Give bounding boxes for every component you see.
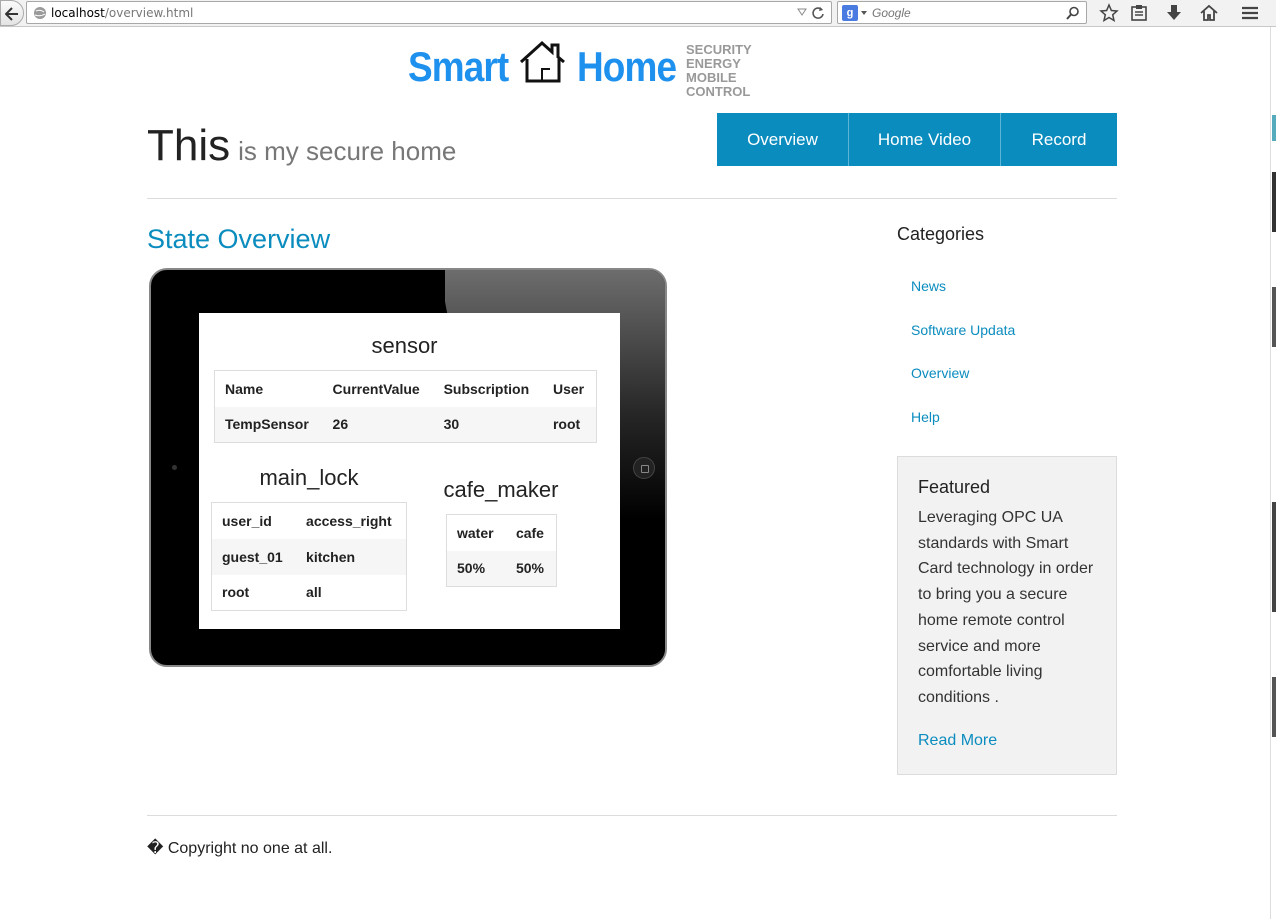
scroll-marker (1272, 172, 1276, 232)
category-link-help[interactable]: Help (911, 409, 940, 425)
headline-small: is my secure home (238, 136, 457, 166)
table-cell: root (542, 406, 597, 443)
url-text: localhost/overview.html (51, 6, 193, 20)
table-header-cell: water (457, 524, 494, 541)
sensor-title: sensor (371, 333, 438, 358)
footer-copyright: � Copyright no one at all. (147, 840, 333, 857)
category-link-software-updata[interactable]: Software Updata (911, 322, 1015, 338)
download-icon[interactable] (1164, 3, 1184, 23)
address-bar[interactable]: localhost/overview.html (26, 1, 832, 24)
category-link-news[interactable]: News (911, 278, 946, 294)
tablet-home-button (633, 457, 655, 479)
section-title: State Overview (147, 224, 331, 254)
menu-icon[interactable] (1240, 3, 1260, 23)
categories-title: Categories (897, 224, 985, 244)
table-cell: guest_01 (211, 538, 297, 575)
category-link-overview[interactable]: Overview (911, 365, 969, 381)
cafe-maker-table: water cafe 50% 50% (446, 514, 557, 587)
table-header-cell: CurrentValue (332, 380, 420, 397)
featured-title: Featured (918, 477, 991, 497)
table-row: root all (212, 575, 407, 611)
globe-icon (34, 7, 46, 19)
table-cell: root (222, 584, 250, 601)
table-cell: all (306, 584, 322, 601)
home-icon[interactable] (1199, 3, 1219, 23)
table-row: guest_01 kitchen (211, 538, 407, 575)
tablet-camera (172, 465, 177, 470)
sensor-table: Name CurrentValue Subscription User Temp… (214, 370, 597, 443)
table-cell: 30 (433, 406, 543, 443)
table-header-cell: User (552, 380, 585, 397)
table-cell: 50% (446, 550, 506, 587)
tagline-line: ENERGY (686, 56, 741, 71)
table-row: 50% 50% (446, 550, 557, 587)
scroll-marker (1272, 287, 1276, 347)
logo-word-home: Home (577, 43, 677, 90)
google-icon[interactable]: g (842, 5, 858, 21)
main-lock-table: user_id access_right guest_01 kitchen ro… (211, 502, 407, 611)
cafe-maker-title: cafe_maker (443, 477, 559, 502)
nav-home-video[interactable]: Home Video (849, 113, 1001, 166)
nav-record[interactable]: Record (1001, 113, 1117, 166)
table-cell: 26 (322, 406, 434, 443)
house-logo-icon (519, 40, 565, 83)
table-row: TempSensor 26 30 root (214, 406, 597, 443)
footer-divider (147, 815, 1117, 816)
page-scrollbar[interactable] (1270, 27, 1276, 919)
url-host: localhost (51, 6, 105, 20)
tablet-screen: sensor Name CurrentValue Subscription Us… (199, 313, 620, 629)
tagline-line: MOBILE CONTROL (686, 70, 751, 99)
page-headline: This is my secure home (147, 121, 456, 171)
logo-tagline: SECURITY ENERGY MOBILE CONTROL (686, 43, 752, 99)
table-header-cell: Name (225, 380, 264, 397)
bookmarks-menu-icon[interactable] (1129, 3, 1149, 23)
main-lock-title: main_lock (259, 465, 359, 490)
table-header-row: user_id access_right (212, 503, 407, 539)
bookmark-star-icon[interactable] (1099, 3, 1119, 23)
search-icon[interactable] (1066, 6, 1080, 20)
history-dropdown-icon[interactable] (797, 8, 807, 16)
featured-box: Featured Leveraging OPC UA standards wit… (897, 456, 1117, 775)
table-header-cell: access_right (306, 512, 392, 529)
featured-body: Leveraging OPC UA standards with Smart C… (918, 509, 1094, 706)
read-more-link[interactable]: Read More (918, 732, 997, 750)
table-header-row: Name CurrentValue Subscription User (215, 371, 597, 407)
browser-toolbar: localhost/overview.html g Google (0, 0, 1276, 27)
reload-icon[interactable] (811, 6, 825, 20)
back-arrow-icon (5, 7, 18, 21)
url-path: /overview.html (104, 6, 194, 20)
engine-caret-icon[interactable] (861, 11, 867, 15)
table-header-cell: user_id (222, 512, 272, 529)
headline-big: This (147, 121, 231, 170)
top-navigation: Overview Home Video Record (717, 113, 1117, 166)
tagline-line: SECURITY (686, 42, 752, 57)
table-cell: TempSensor (214, 406, 323, 443)
scroll-marker (1272, 502, 1276, 612)
nav-overview[interactable]: Overview (717, 113, 849, 166)
table-cell: 50% (505, 550, 557, 587)
scroll-marker (1272, 677, 1276, 737)
tablet-frame: sensor Name CurrentValue Subscription Us… (149, 268, 667, 667)
table-header-cell: cafe (515, 524, 544, 541)
header-divider (147, 198, 1117, 199)
scroll-marker (1272, 115, 1276, 141)
table-header-row: water cafe (447, 515, 557, 551)
search-bar[interactable]: g Google (837, 1, 1087, 24)
search-placeholder: Google (872, 6, 911, 20)
table-header-cell: Subscription (443, 380, 530, 397)
table-cell: kitchen (296, 538, 407, 575)
logo-word-smart: Smart (408, 43, 509, 90)
back-button[interactable] (0, 0, 24, 26)
